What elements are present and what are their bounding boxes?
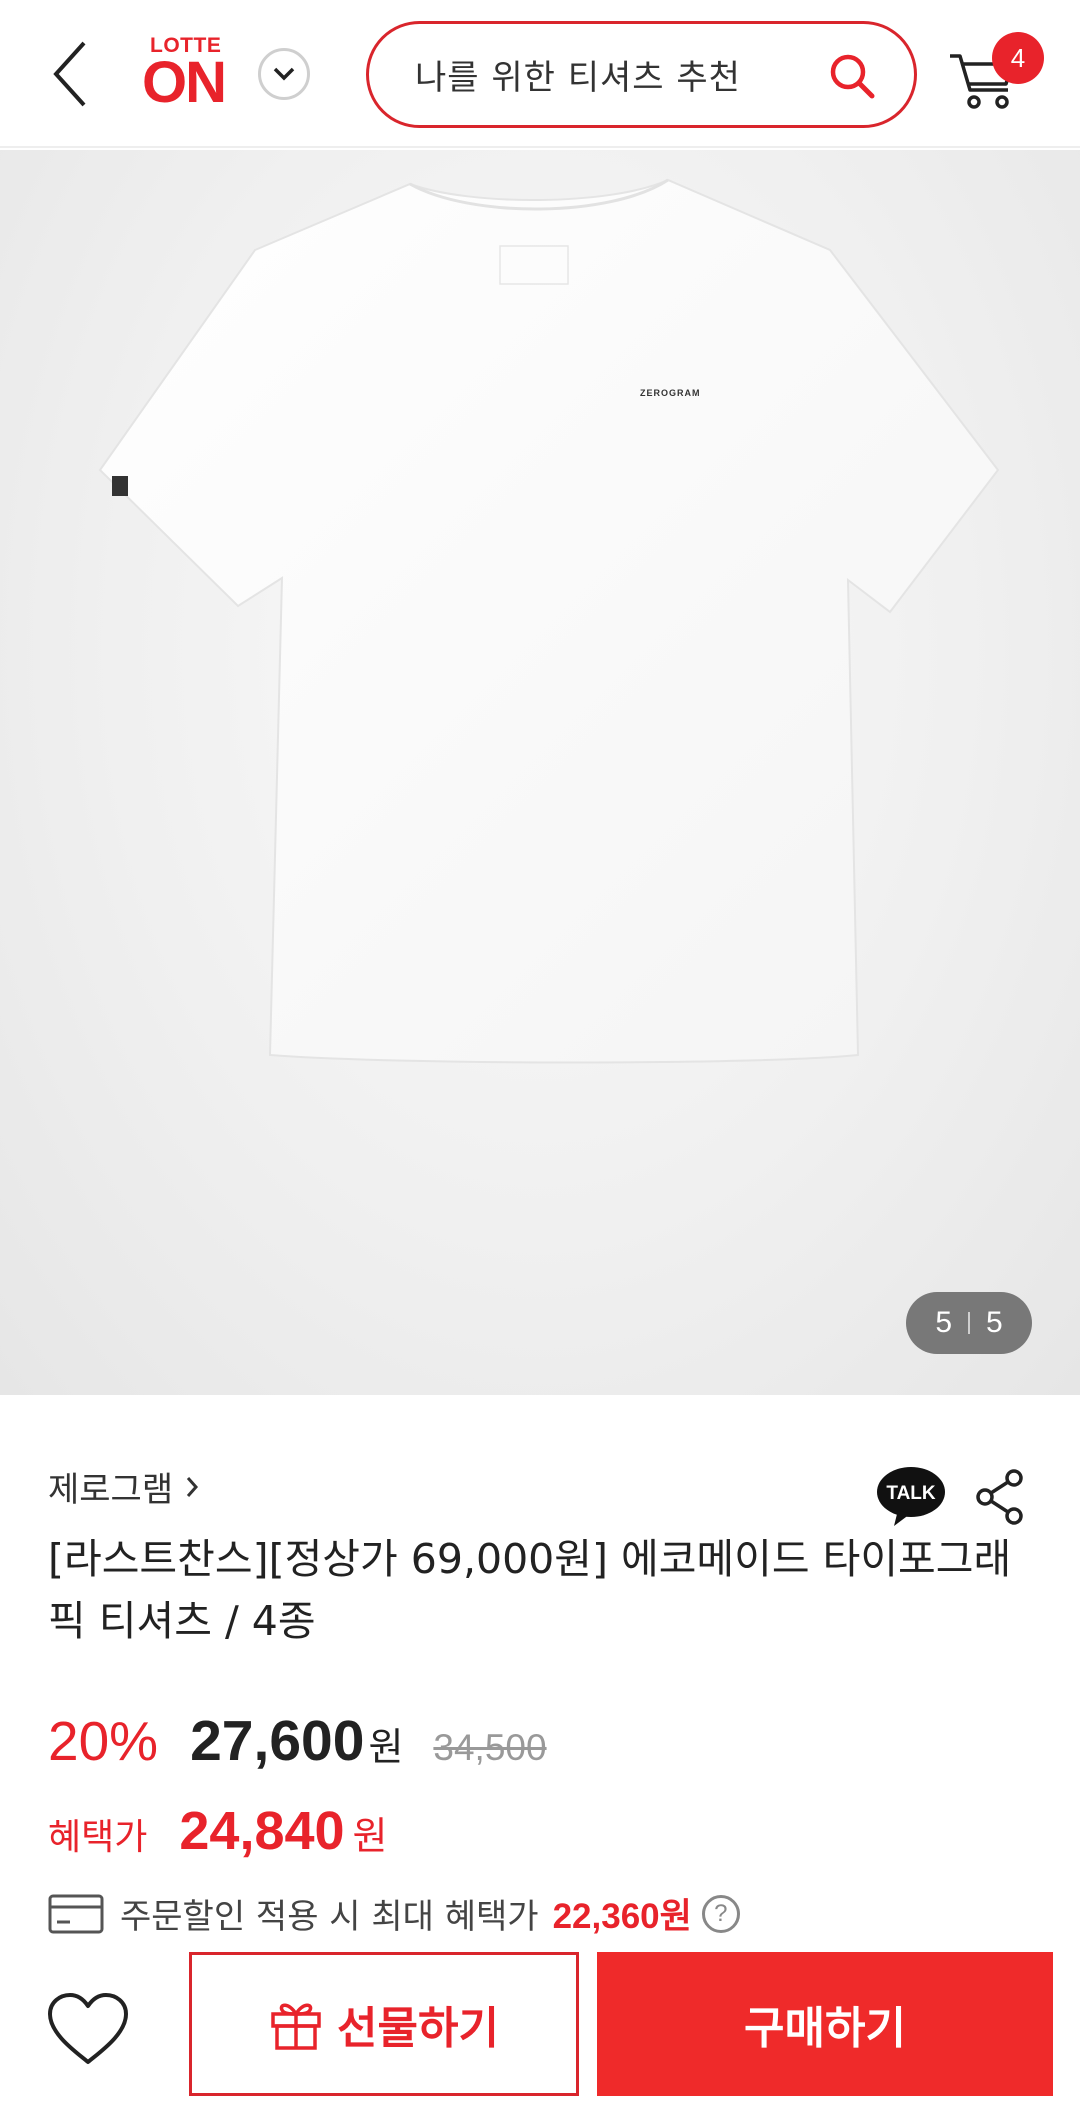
share-icon[interactable] xyxy=(974,1468,1026,1526)
image-total-count: 5 xyxy=(986,1306,1003,1339)
product-image-gallery[interactable]: ZEROGRAM 5 5 xyxy=(0,150,1080,1395)
price-row: 20% 27,600 원 34,500 xyxy=(48,1708,547,1774)
kakao-talk-share-icon[interactable]: TALK xyxy=(876,1466,946,1528)
image-page-counter: 5 5 xyxy=(906,1292,1032,1354)
max-benefit-text: 주문할인 적용 시 최대 혜택가 xyxy=(120,1897,539,1937)
benefit-price-unit: 원 xyxy=(352,1814,388,1858)
product-photo: ZEROGRAM xyxy=(98,178,1000,1064)
chevron-down-icon xyxy=(273,67,295,81)
chevron-right-icon xyxy=(187,1476,199,1497)
brand-name: 제로그램 xyxy=(48,1470,174,1510)
search-input[interactable]: 나를 위한 티셔츠 추천 xyxy=(366,21,917,128)
buy-button-label: 구매하기 xyxy=(744,2003,906,2054)
cart-count-badge: 4 xyxy=(992,32,1044,84)
chevron-left-icon xyxy=(53,41,86,107)
benefit-label: 혜택가 xyxy=(48,1817,148,1858)
service-menu-dropdown[interactable] xyxy=(258,48,310,100)
logo-main-text: ON xyxy=(142,50,227,115)
benefit-price-row: 혜택가 24,840 원 xyxy=(48,1800,388,1862)
max-benefit-row[interactable]: 주문할인 적용 시 최대 혜택가 22,360원 ? xyxy=(48,1888,740,1939)
buy-button[interactable]: 구매하기 xyxy=(597,1952,1053,2096)
back-button[interactable] xyxy=(40,36,100,112)
product-title: [라스트찬스][정상가 69,000원] 에코메이드 타이포그래픽 티셔츠 / … xyxy=(48,1535,1012,1645)
max-benefit-amount: 22,360원 xyxy=(552,1897,692,1936)
benefit-price: 24,840 xyxy=(179,1801,345,1861)
help-icon[interactable]: ? xyxy=(701,1894,740,1933)
heart-icon[interactable] xyxy=(46,1992,130,2066)
gift-button[interactable]: 선물하기 xyxy=(189,1952,579,2096)
price-unit: 원 xyxy=(368,1725,404,1769)
search-query-text: 나를 위한 티셔츠 추천 xyxy=(415,58,741,98)
credit-card-icon xyxy=(48,1894,104,1933)
shirt-logo-print: ZEROGRAM xyxy=(640,388,701,398)
gift-icon xyxy=(271,2003,321,2050)
talk-label: TALK xyxy=(886,1483,936,1504)
gift-button-label: 선물하기 xyxy=(337,2003,499,2054)
counter-divider xyxy=(968,1312,970,1334)
lotte-on-logo[interactable]: LOTTE ON xyxy=(142,32,242,118)
search-icon[interactable] xyxy=(828,52,876,100)
sale-price: 27,600 xyxy=(190,1709,365,1773)
image-current-index: 5 xyxy=(935,1306,952,1339)
original-price: 34,500 xyxy=(433,1727,547,1768)
brand-link[interactable]: 제로그램 xyxy=(48,1462,199,1511)
top-header: LOTTE ON 나를 위한 티셔츠 추천 4 xyxy=(0,0,1080,148)
bottom-action-bar: 선물하기 구매하기 xyxy=(0,1940,1080,2115)
discount-rate: 20% xyxy=(48,1710,159,1772)
